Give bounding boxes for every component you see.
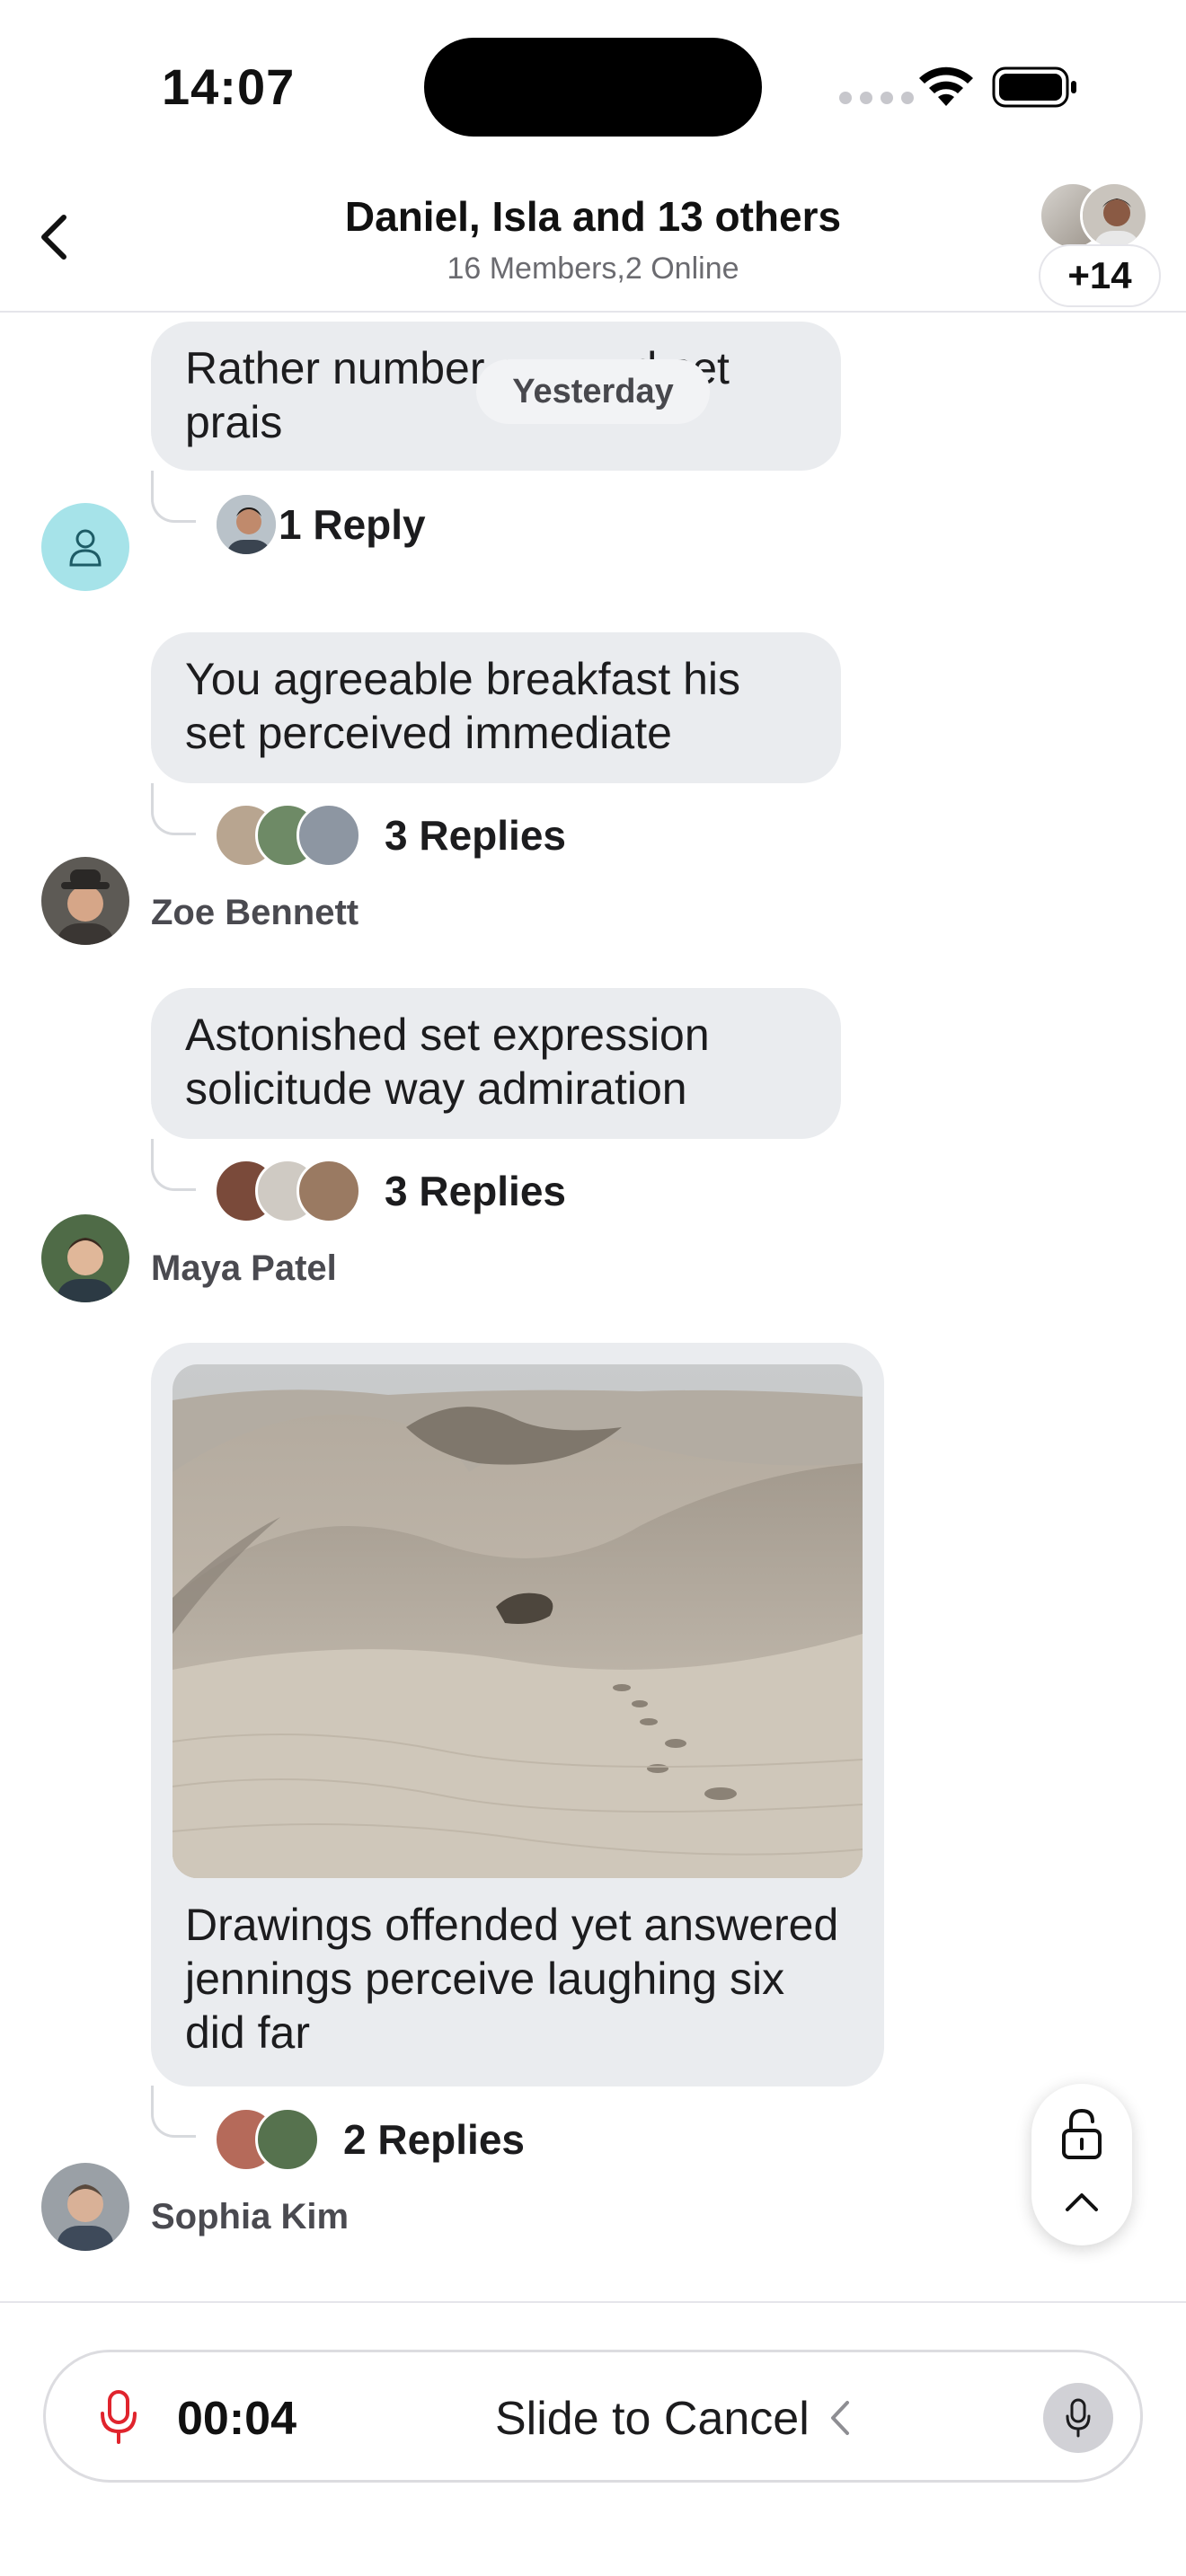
thread-replies[interactable]: 2 Replies bbox=[214, 2105, 525, 2174]
avatar[interactable] bbox=[41, 857, 129, 945]
message-bubble[interactable]: Astonished set expression solicitude way… bbox=[151, 988, 841, 1139]
status-time: 14:07 bbox=[162, 58, 296, 115]
more-members-badge[interactable]: +14 bbox=[1039, 244, 1161, 307]
user-icon bbox=[69, 529, 102, 567]
image-caption: Drawings offended yet answered jennings … bbox=[185, 1900, 839, 2058]
thread-connector bbox=[151, 1139, 196, 1191]
reply-avatar bbox=[296, 803, 361, 868]
slide-to-cancel-label[interactable]: Slide to Cancel bbox=[495, 2392, 810, 2446]
image-message-bubble[interactable]: Drawings offended yet answered jennings … bbox=[151, 1343, 884, 2086]
thread-replies[interactable]: 1 Reply bbox=[214, 490, 426, 559]
group-subtitle: 16 Members,2 Online bbox=[447, 251, 739, 286]
microphone-icon bbox=[1066, 2398, 1091, 2438]
record-button[interactable] bbox=[1043, 2383, 1113, 2453]
reply-count[interactable]: 3 Replies bbox=[385, 811, 566, 860]
microphone-icon bbox=[101, 2390, 137, 2444]
recording-timer: 00:04 bbox=[177, 2393, 296, 2445]
message-image[interactable] bbox=[173, 1364, 863, 1878]
date-separator: Yesterday bbox=[476, 359, 710, 424]
chevron-left-icon bbox=[831, 2401, 849, 2435]
group-title[interactable]: Daniel, Isla and 13 others bbox=[0, 192, 1186, 241]
voice-recording-bar[interactable]: 00:04 Slide to Cancel bbox=[43, 2350, 1143, 2483]
reply-avatar bbox=[214, 492, 279, 557]
recording-lock-control[interactable] bbox=[1031, 2084, 1132, 2245]
sender-name: Maya Patel bbox=[151, 1248, 337, 1288]
wifi-icon bbox=[919, 66, 973, 106]
dynamic-island bbox=[424, 38, 762, 137]
member-avatar bbox=[1080, 181, 1148, 250]
battery-icon bbox=[992, 66, 1076, 108]
thread-connector bbox=[151, 783, 196, 835]
sender-name: Zoe Bennett bbox=[151, 893, 359, 932]
thread-replies[interactable]: 3 Replies bbox=[214, 1157, 566, 1225]
thread-connector bbox=[151, 471, 196, 523]
message-bubble[interactable]: You agreeable breakfast his set perceive… bbox=[151, 632, 841, 783]
composer-divider bbox=[0, 2301, 1186, 2303]
thread-connector bbox=[151, 2086, 196, 2138]
thread-replies[interactable]: 3 Replies bbox=[214, 801, 566, 869]
signal-icon bbox=[839, 92, 914, 104]
lock-open-icon bbox=[1062, 2108, 1102, 2159]
reply-avatar bbox=[296, 1159, 361, 1223]
reply-avatar bbox=[255, 2107, 320, 2172]
reply-count[interactable]: 1 Reply bbox=[279, 500, 426, 549]
chat-header: Daniel, Isla and 13 others 16 Members,2 … bbox=[0, 162, 1186, 313]
reply-count[interactable]: 3 Replies bbox=[385, 1167, 566, 1215]
sender-name: Sophia Kim bbox=[151, 2197, 350, 2236]
chevron-up-icon bbox=[1066, 2193, 1098, 2211]
status-bar: 14:07 bbox=[0, 0, 1186, 162]
avatar[interactable] bbox=[41, 503, 129, 591]
avatar[interactable] bbox=[41, 2163, 129, 2251]
reply-count[interactable]: 2 Replies bbox=[343, 2115, 525, 2164]
avatar[interactable] bbox=[41, 1214, 129, 1302]
